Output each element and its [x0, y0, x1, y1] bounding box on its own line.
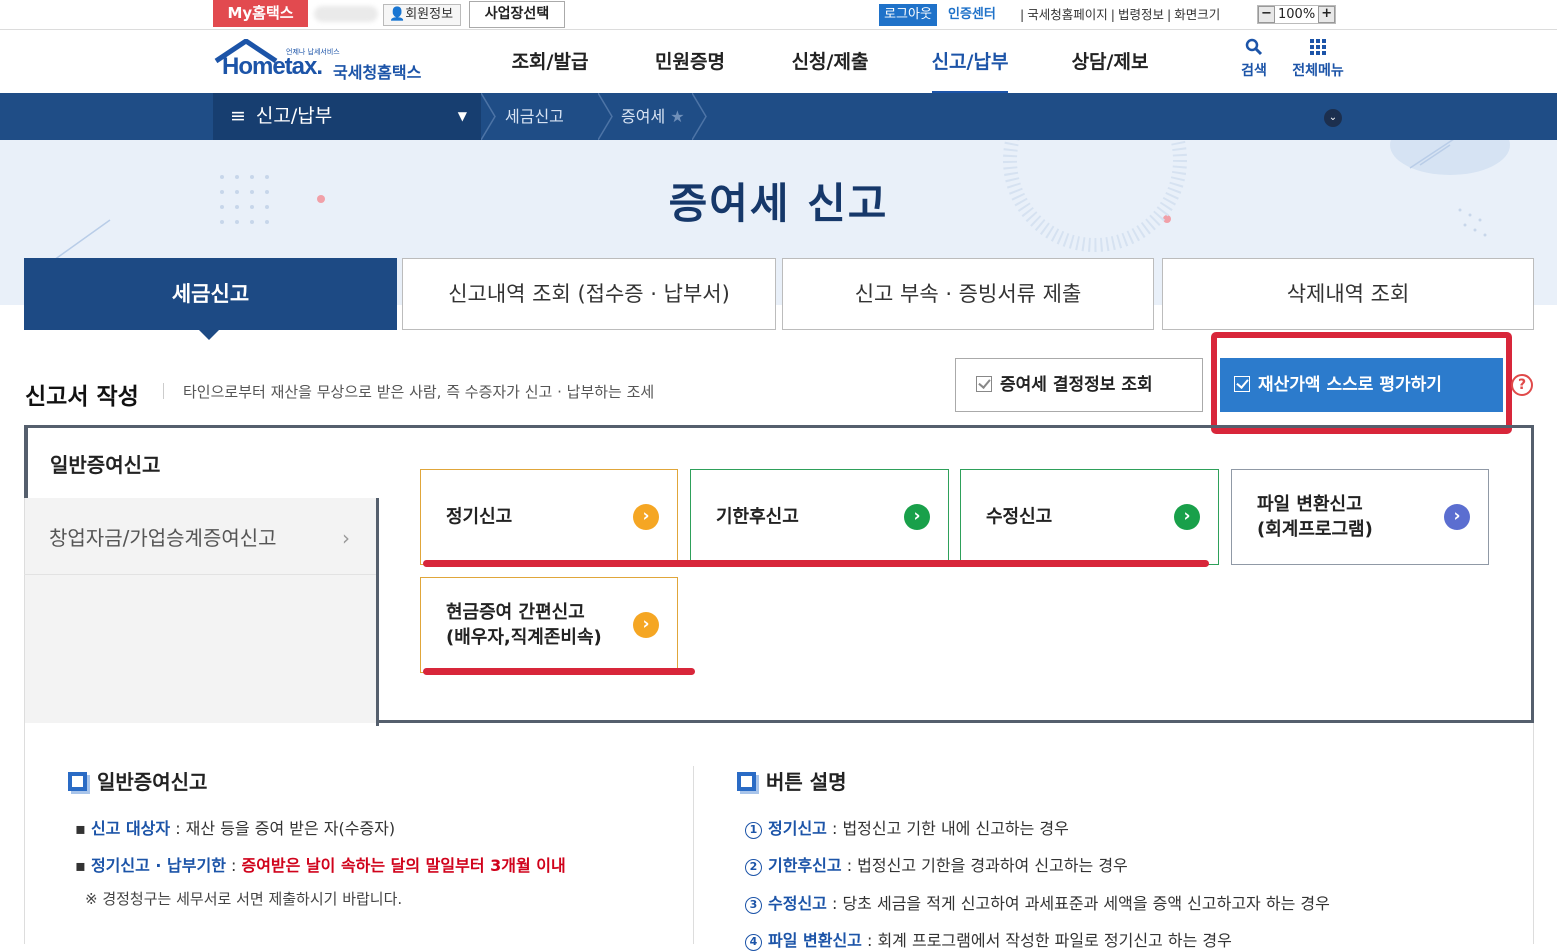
card-late-report[interactable]: 기한후신고 › [690, 469, 949, 565]
card-regular-report[interactable]: 정기신고 › [420, 469, 678, 565]
side-menu-label: 창업자금/가업승계증여신고 [49, 526, 277, 550]
tab-report-history[interactable]: 신고내역 조회 (접수증 · 납부서) [402, 258, 776, 330]
main-nav: 조회/발급 민원증명 신청/제출 신고/납부 상담/제보 [480, 30, 1180, 94]
main-tabs: 세금신고 신고내역 조회 (접수증 · 납부서) 신고 부속 · 증빙서류 제출… [24, 258, 1534, 331]
tab-tax-report[interactable]: 세금신고 [24, 258, 397, 330]
favorite-star-icon[interactable]: ★ [670, 107, 684, 126]
card-label: 현금증여 간편신고 (배우자,직계존비속) [446, 601, 602, 648]
business-select-button[interactable]: 사업장선택 [469, 1, 565, 28]
search-icon [1224, 38, 1284, 60]
info-heading-buttons: 버튼 설명 [737, 766, 847, 795]
hamburger-icon: ≡ [230, 105, 246, 127]
logout-button[interactable]: 로그아웃 [879, 4, 937, 26]
page-title: 증여세 신고 [668, 179, 889, 228]
breadcrumb-item-tax-report[interactable]: 세금신고 [505, 93, 564, 140]
nav-certificates[interactable]: 민원증명 [620, 30, 760, 93]
nts-home-link[interactable]: 국세청홈페이지 [1027, 7, 1108, 22]
dropdown-caret-icon: ▼ [457, 109, 467, 123]
arrow-right-icon: › [904, 504, 930, 530]
square-bullet-icon [737, 772, 756, 791]
help-icon[interactable]: ? [1511, 374, 1533, 396]
zoom-in-button[interactable]: + [1318, 6, 1336, 23]
gift-tax-decision-button[interactable]: 증여세 결정정보 조회 [955, 358, 1203, 412]
info-divider [693, 766, 694, 944]
info-deadline-line: ▪ 정기신고 · 납부기한 : 증여받은 날이 속하는 달의 말일부터 3개월 … [75, 856, 566, 875]
nav-inquiry[interactable]: 조회/발급 [480, 30, 620, 93]
card-label: 수정신고 [986, 506, 1053, 528]
nav-consult[interactable]: 상담/제보 [1040, 30, 1180, 93]
arrow-right-icon: › [633, 612, 659, 638]
zoom-out-button[interactable]: − [1258, 6, 1275, 23]
info-target-line: ▪ 신고 대상자 : 재산 등을 증여 받은 자(수증자) [75, 819, 396, 838]
breadcrumb-root-dropdown[interactable]: ≡ 신고/납부 ▼ [213, 93, 481, 140]
screen-size-label: 화면크기 [1174, 7, 1221, 22]
user-name-blurred [314, 6, 378, 22]
card-file-conversion-report[interactable]: 파일 변환신고 (회계프로그램) › [1231, 469, 1489, 565]
breadcrumb-separator-icon [481, 93, 496, 140]
arrow-right-icon: › [1444, 504, 1470, 530]
breadcrumb-root-label: 신고/납부 [255, 105, 333, 127]
card-label: 정기신고 [446, 506, 513, 528]
breadcrumb-separator-icon [692, 93, 707, 140]
main-header: 언제나 납세서비스 Hometax. 국세청홈택스 조회/발급 민원증명 신청/… [0, 30, 1557, 94]
chevron-right-icon: › [342, 526, 350, 550]
all-menu-button[interactable]: 전체메뉴 [1288, 38, 1348, 80]
grid-menu-icon [1288, 38, 1348, 60]
side-menu-startup-succession[interactable]: 창업자금/가업승계증여신고 › [24, 498, 378, 575]
info-button-line: 4 파일 변환신고 : 회계 프로그램에서 작성한 파일로 정기신고 하는 경우 [745, 927, 1232, 951]
section-divider [163, 383, 164, 399]
side-menu-general-gift[interactable]: 일반증여신고 [24, 425, 380, 498]
arrow-right-icon: › [633, 504, 659, 530]
info-button-line: 2 기한후신고 : 법정신고 기한을 경과하여 신고하는 경우 [745, 852, 1128, 876]
highlight-underline [423, 668, 695, 675]
logo-text: Hometax. [222, 53, 323, 80]
search-button[interactable]: 검색 [1224, 38, 1284, 80]
top-links: | 국세청홈페이지 | 법령정보 | 화면크기 [1020, 7, 1221, 22]
info-button-line: 1 정기신고 : 법정신고 기한 내에 신고하는 경우 [745, 815, 1069, 839]
all-menu-label: 전체메뉴 [1292, 63, 1344, 79]
info-button-line: 3 수정신고 : 당초 세금을 적게 신고하여 과세표준과 세액을 증액 신고하고… [745, 890, 1330, 914]
law-info-link[interactable]: 법령정보 [1118, 7, 1164, 22]
user-icon: 👤 [389, 7, 406, 22]
card-cash-gift-simple-report[interactable]: 현금증여 간편신고 (배우자,직계존비속) › [420, 577, 678, 673]
highlight-underline [423, 560, 1209, 567]
card-amended-report[interactable]: 수정신고 › [960, 469, 1219, 565]
logo-subtitle: 국세청홈택스 [333, 63, 422, 82]
card-label: 파일 변환신고 (회계프로그램) [1257, 493, 1373, 540]
my-hometax-button[interactable]: My홈택스 [213, 0, 308, 27]
hometax-logo[interactable]: 언제나 납세서비스 Hometax. 국세청홈택스 [212, 39, 432, 85]
info-note: ※ 경정청구는 세무서로 서면 제출하시기 바랍니다. [85, 890, 403, 908]
arrow-right-icon: › [1174, 504, 1200, 530]
active-tab-arrow [198, 329, 220, 340]
card-label: 기한후신고 [716, 506, 799, 528]
member-info-button[interactable]: 👤회원정보 [383, 4, 461, 26]
nav-application[interactable]: 신청/제출 [760, 30, 900, 93]
section-description: 타인으로부터 재산을 무상으로 받은 사람, 즉 수증자가 신고 · 납부하는 … [183, 383, 655, 401]
zoom-control: − 100% + [1257, 5, 1337, 24]
gift-tax-decision-label: 증여세 결정정보 조회 [1000, 375, 1153, 395]
cert-center-link[interactable]: 인증센터 [948, 4, 996, 26]
breadcrumb-item-gift-tax[interactable]: 증여세 ★ [621, 93, 685, 140]
highlight-box [1211, 332, 1512, 434]
info-heading-general: 일반증여신고 [68, 766, 207, 795]
member-info-label: 회원정보 [405, 7, 454, 22]
checkbox-icon [976, 376, 992, 392]
tab-deleted-history[interactable]: 삭제내역 조회 [1162, 258, 1534, 330]
section-title: 신고서 작성 [25, 384, 139, 410]
top-utility-bar: My홈택스 👤회원정보 사업장선택 로그아웃 인증센터 | 국세청홈페이지 | 법령정… [0, 0, 1557, 30]
nav-report-pay[interactable]: 신고/납부 [900, 30, 1040, 94]
breadcrumb-separator-icon [598, 93, 613, 140]
breadcrumb-expand-icon[interactable]: ⌄ [1324, 109, 1342, 127]
square-bullet-icon [68, 772, 87, 791]
tab-supporting-docs[interactable]: 신고 부속 · 증빙서류 제출 [782, 258, 1154, 330]
search-label: 검색 [1241, 63, 1267, 79]
zoom-level: 100% [1278, 7, 1316, 22]
